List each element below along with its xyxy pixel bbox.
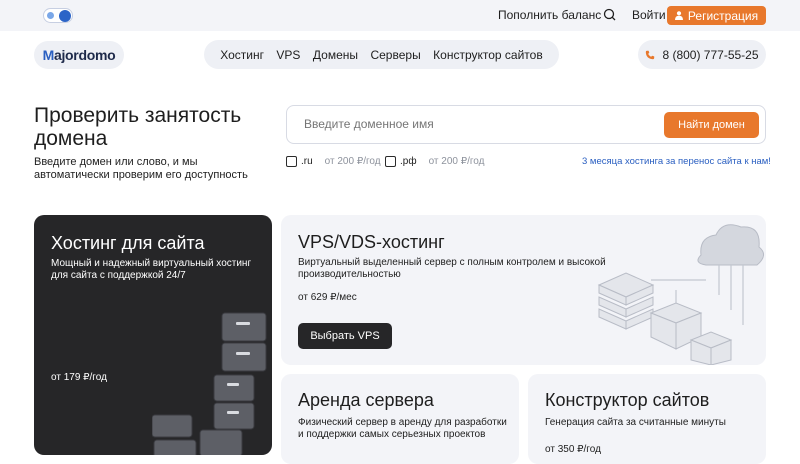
transfer-promo-link[interactable]: 3 месяца хостинга за перенос сайта к нам… <box>582 156 771 167</box>
main-nav: Хостинг VPS Домены Серверы Конструктор с… <box>204 40 559 69</box>
phone-link[interactable]: 8 (800) 777-55-25 <box>638 40 766 69</box>
login-link[interactable]: Войти <box>632 8 666 22</box>
top-up-balance-link[interactable]: Пополнить баланс <box>498 8 601 22</box>
nav-item-hosting[interactable]: Хостинг <box>220 48 264 62</box>
phone-number: 8 (800) 777-55-25 <box>662 47 759 62</box>
nav-item-servers[interactable]: Серверы <box>370 48 420 62</box>
page-title: Проверить занятость домена <box>34 104 242 150</box>
moon-icon <box>59 10 71 22</box>
zone-rf-checkbox[interactable] <box>385 156 396 167</box>
zone-ru-name: .ru <box>301 156 313 167</box>
majordomo-logo[interactable]: Majordomo <box>34 41 124 69</box>
search-icon[interactable] <box>601 6 619 24</box>
zone-ru-price: от 200 ₽/год <box>324 156 381 167</box>
find-domain-button[interactable]: Найти домен <box>664 112 759 138</box>
vps-card-desc: Виртуальный выделенный сервер с полным к… <box>298 257 606 280</box>
hero-subtitle: Введите домен или слово, и мы автоматиче… <box>34 156 248 181</box>
zone-rf-price: от 200 ₽/год <box>428 156 485 167</box>
nav-item-domains[interactable]: Домены <box>313 48 358 62</box>
zone-rf-name: .рф <box>400 156 417 167</box>
builder-card-title: Конструктор сайтов <box>545 390 710 410</box>
server-rental-card[interactable]: Аренда сервера Физический сервер в аренд… <box>281 374 519 464</box>
server-card-title: Аренда сервера <box>298 390 434 410</box>
site-builder-card[interactable]: Конструктор сайтов Генерация сайта за сч… <box>528 374 766 464</box>
hosting-card-price: от 179 ₽/год <box>51 372 107 383</box>
vps-card[interactable]: VPS/VDS-хостинг Виртуальный выделенный с… <box>281 215 766 365</box>
domain-search-input[interactable] <box>304 117 644 131</box>
choose-vps-button[interactable]: Выбрать VPS <box>298 323 392 349</box>
domain-search-box: Найти домен <box>286 105 766 144</box>
register-button[interactable]: Регистрация <box>667 6 766 25</box>
user-icon <box>674 11 683 20</box>
server-card-desc: Физический сервер в аренду для разработк… <box>298 417 507 440</box>
hosting-card-desc: Мощный и надежный виртуальный хостинг дл… <box>51 258 252 281</box>
top-bar: Пополнить баланс Войти Регистрация <box>0 0 800 31</box>
vps-card-title: VPS/VDS-хостинг <box>298 232 445 252</box>
nav-item-site-builder[interactable]: Конструктор сайтов <box>433 48 543 62</box>
register-label: Регистрация <box>687 8 759 23</box>
zone-option-ru[interactable]: .ru от 200 ₽/год <box>286 156 381 167</box>
theme-toggle[interactable] <box>43 8 73 23</box>
nav-item-vps[interactable]: VPS <box>276 48 300 62</box>
hosting-card[interactable]: Хостинг для сайта Мощный и надежный вирт… <box>34 215 272 455</box>
zone-ru-checkbox[interactable] <box>286 156 297 167</box>
zone-option-rf[interactable]: .рф от 200 ₽/год <box>385 156 485 167</box>
server-rack-illustration <box>152 312 267 455</box>
vps-card-price: от 629 ₽/мес <box>298 292 357 303</box>
phone-icon <box>646 50 655 59</box>
cloud-servers-illustration <box>597 224 764 365</box>
sun-icon <box>47 12 54 19</box>
hosting-card-title: Хостинг для сайта <box>51 233 205 253</box>
builder-card-desc: Генерация сайта за считанные минуты <box>545 417 726 428</box>
